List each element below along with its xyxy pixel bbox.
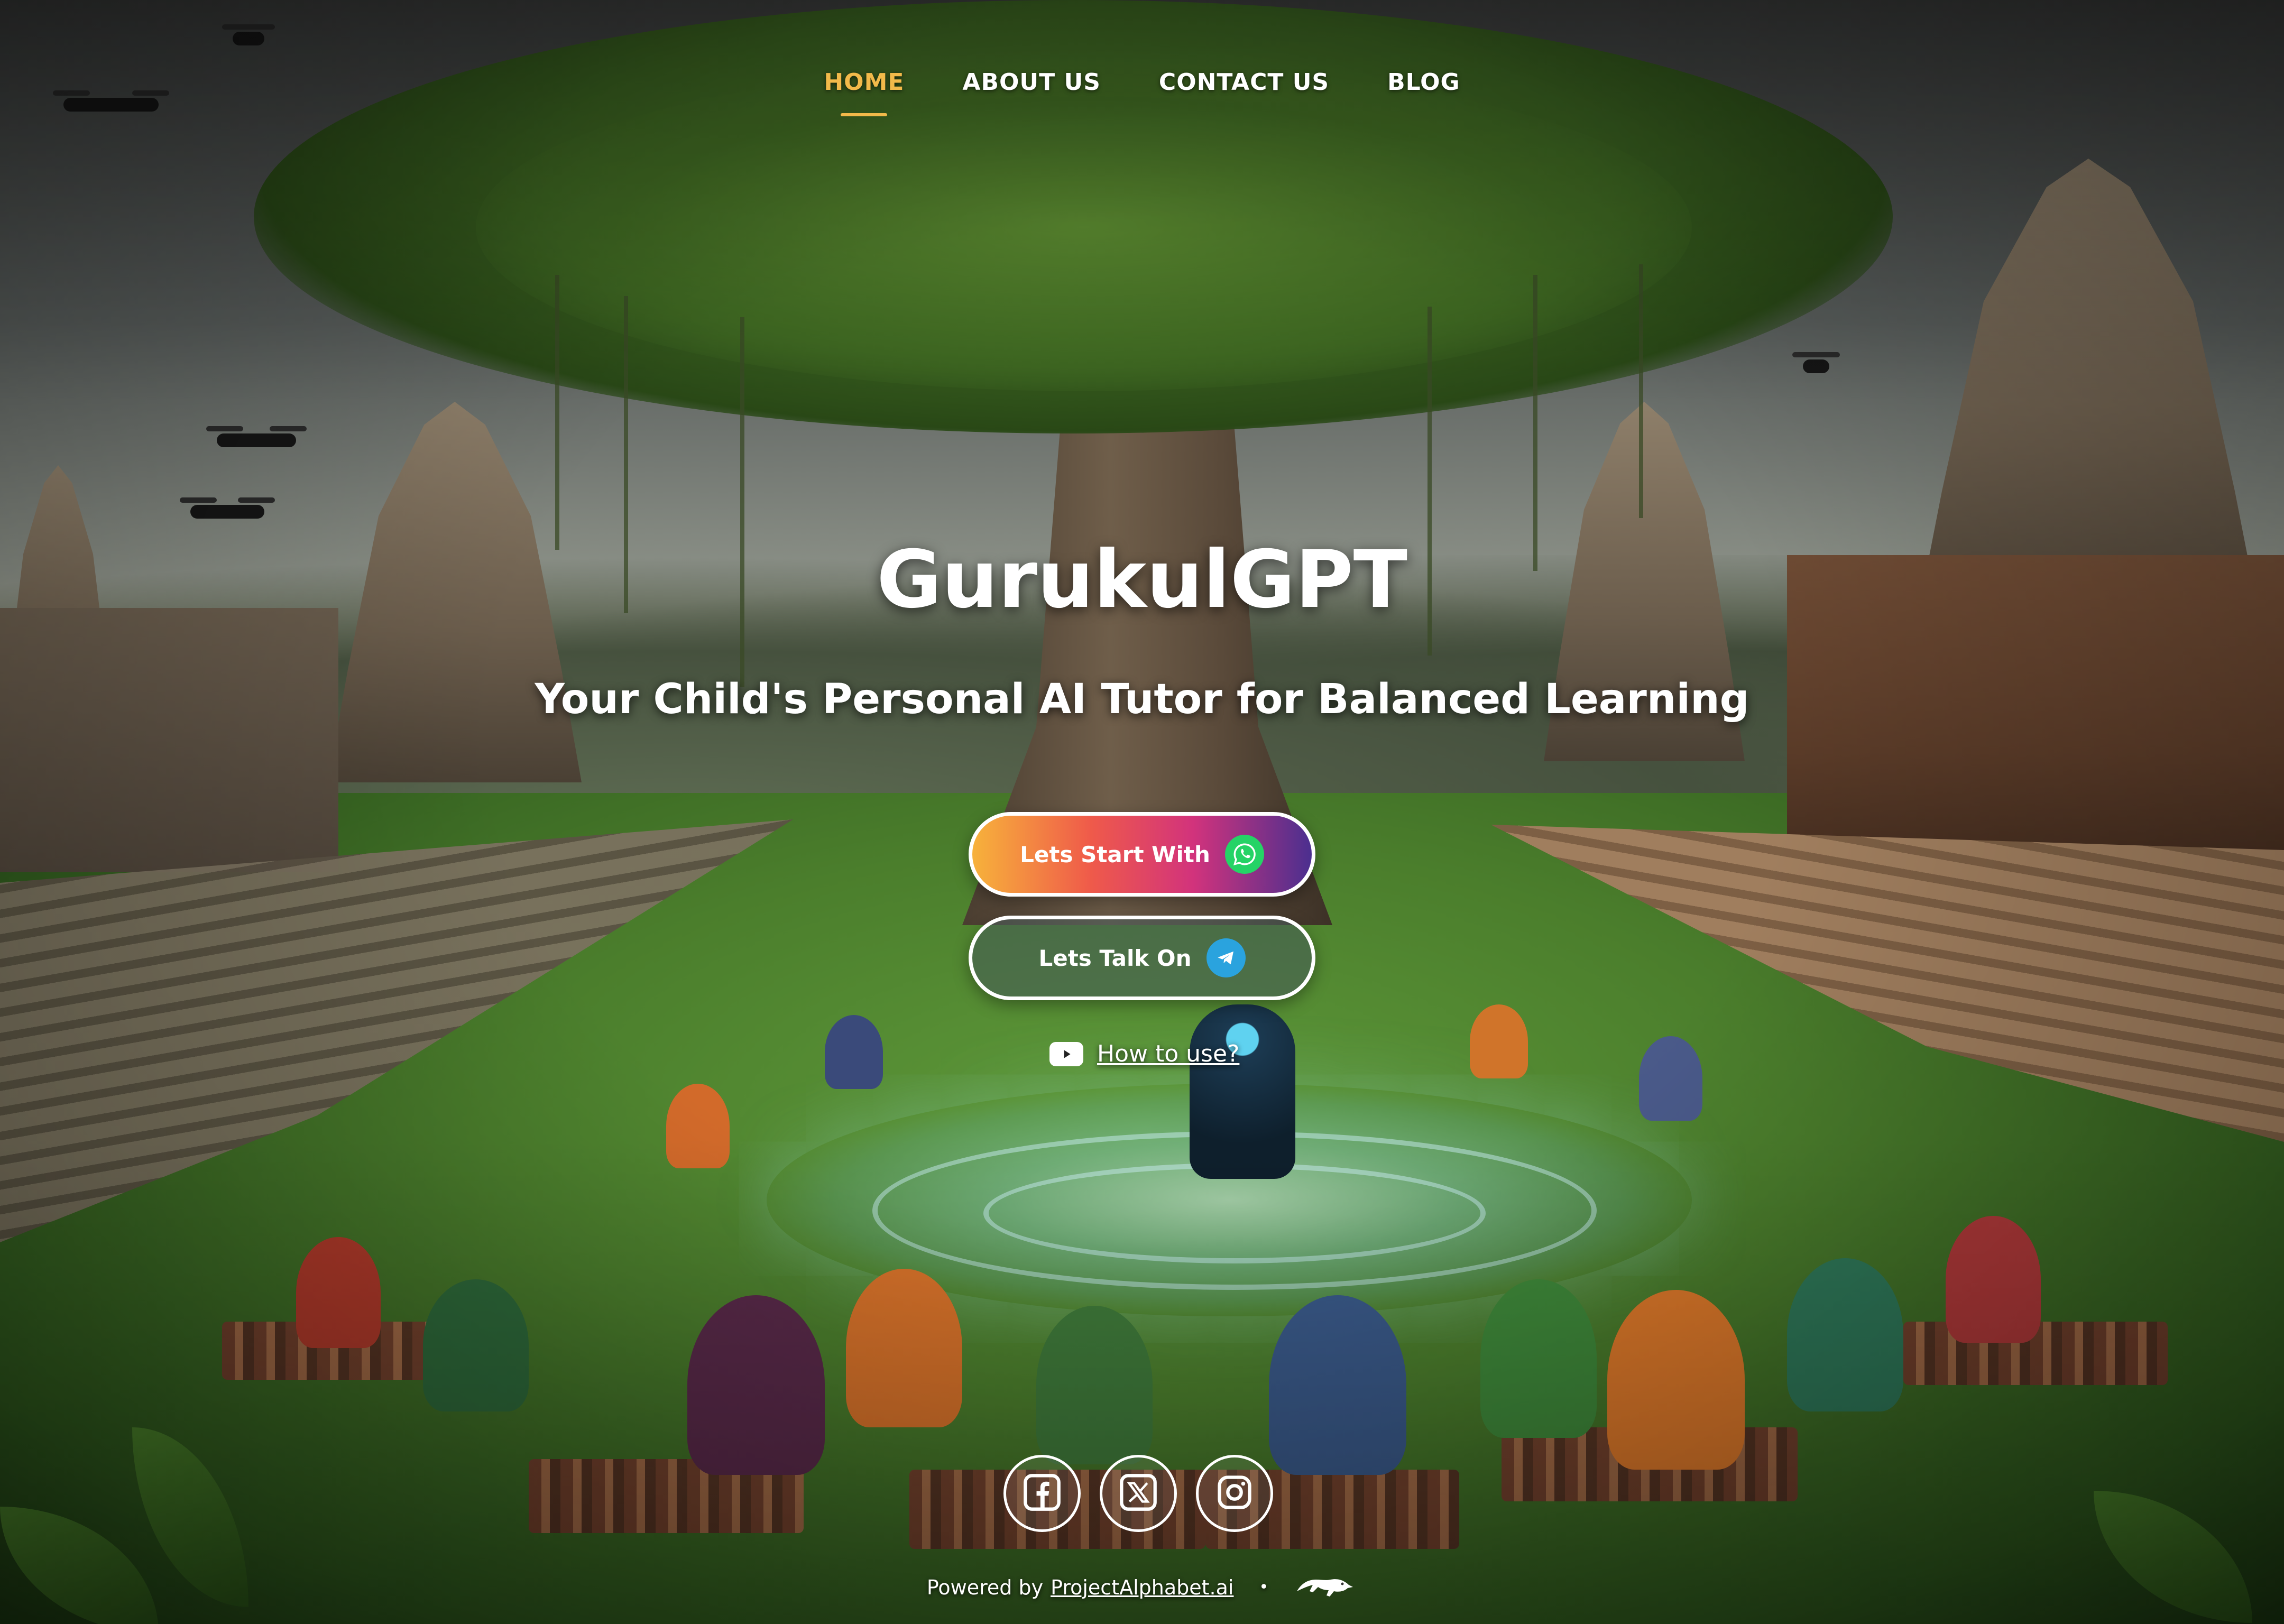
make-in-india-lion-logo — [1294, 1570, 1357, 1604]
hero-subtitle: Your Child's Personal AI Tutor for Balan… — [535, 676, 1749, 723]
x-icon — [1118, 1472, 1158, 1515]
x-link[interactable] — [1100, 1455, 1177, 1532]
whatsapp-start-button[interactable]: Lets Start With — [969, 812, 1315, 897]
telegram-icon — [1206, 938, 1246, 977]
nav-home[interactable]: HOME — [824, 69, 904, 96]
instagram-icon — [1214, 1472, 1255, 1515]
instagram-link[interactable] — [1196, 1455, 1273, 1532]
powered-by-label: Powered by — [926, 1575, 1044, 1599]
nav-contact-us[interactable]: CONTACT US — [1159, 69, 1329, 96]
project-alphabet-link[interactable]: ProjectAlphabet.ai — [1051, 1576, 1233, 1599]
footer: Powered by ProjectAlphabet.ai • — [0, 1570, 2284, 1604]
telegram-button-label: Lets Talk On — [1038, 945, 1192, 971]
youtube-icon — [1049, 1041, 1083, 1066]
facebook-link[interactable] — [1003, 1455, 1081, 1532]
whatsapp-button-label: Lets Start With — [1020, 841, 1210, 868]
nav-blog[interactable]: BLOG — [1387, 69, 1460, 96]
main-nav: HOME ABOUT US CONTACT US BLOG — [0, 69, 2284, 96]
footer-separator: • — [1259, 1578, 1269, 1597]
whatsapp-icon — [1224, 835, 1264, 874]
facebook-icon — [1022, 1472, 1062, 1515]
hero-title: GurukulGPT — [876, 534, 1407, 626]
how-to-use-link[interactable]: How to use? — [1049, 1040, 1239, 1067]
nav-about-us[interactable]: ABOUT US — [962, 69, 1100, 96]
social-links — [1003, 1455, 1273, 1532]
telegram-talk-button[interactable]: Lets Talk On — [969, 916, 1315, 1000]
how-to-use-label: How to use? — [1097, 1040, 1240, 1067]
